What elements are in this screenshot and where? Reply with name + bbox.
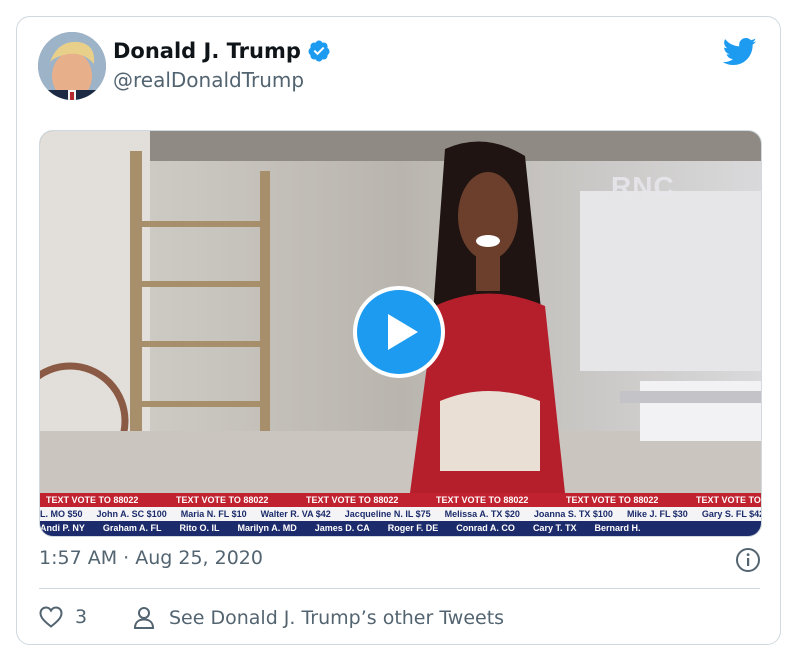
ticker-item: Rito O. IL: [179, 523, 220, 533]
heart-icon: [39, 606, 63, 628]
ticker-item: Walter R. VA $42: [260, 509, 331, 519]
video-player[interactable]: RNC TEXT VOTE TO 88022 TEXT VOTE TO 88022…: [39, 130, 762, 537]
ticker-middle-row: L. MO $50 John A. SC $100 Maria N. FL $10 W…: [40, 507, 761, 521]
other-tweets-label: See Donald J. Trump’s other Tweets: [169, 607, 505, 629]
ticker-item: Cary T. TX: [532, 523, 577, 533]
ticker-item: Maria N. FL $10: [180, 509, 247, 519]
ticker-bottom-row: Andi P. NY Graham A. FL Rito O. IL Marilyn …: [40, 521, 761, 536]
ticker-item: Gary S. FL $42: [701, 509, 761, 519]
ticker-item: Roger F. DE: [387, 523, 439, 533]
like-count: 3: [75, 606, 88, 628]
ticker-item: John A. SC $100: [96, 509, 167, 519]
ticker-top-row: TEXT VOTE TO 88022 TEXT VOTE TO 88022 TEXT…: [40, 493, 761, 507]
ticker-item: Jacqueline N. IL $75: [344, 509, 431, 519]
avatar[interactable]: [38, 32, 106, 100]
ticker-item: L. MO $50: [40, 509, 83, 519]
twitter-bird-icon[interactable]: [723, 37, 757, 67]
info-icon[interactable]: [735, 547, 761, 573]
ticker-item: Marilyn A. MD: [237, 523, 297, 533]
tweet-card[interactable]: Donald J. Trump @realDonaldTrump RNC TEX…: [16, 16, 781, 645]
verified-badge-icon: [308, 40, 330, 62]
play-icon: [388, 314, 418, 350]
ticker-item: TEXT VOTE TO 88022: [436, 495, 529, 505]
ticker-item: TEXT VOTE TO 88022: [176, 495, 269, 505]
ticker-item: Graham A. FL: [102, 523, 162, 533]
ticker-item: TEXT VOTE TO 88022: [306, 495, 399, 505]
ticker-item: Melissa A. TX $20: [444, 509, 520, 519]
play-button[interactable]: [353, 286, 445, 378]
ticker-item: TEXT VOTE TO 88022: [566, 495, 659, 505]
ticker-item: James D. CA: [314, 523, 370, 533]
like-button[interactable]: 3: [39, 606, 87, 628]
ticker-item: Conrad A. CO: [456, 523, 515, 533]
ticker-item: TEXT VOTE TO: [696, 495, 761, 505]
donation-ticker: TEXT VOTE TO 88022 TEXT VOTE TO 88022 TEXT…: [40, 493, 761, 536]
author-display-name[interactable]: Donald J. Trump: [113, 39, 301, 63]
ticker-item: Bernard H.: [594, 523, 641, 533]
ticker-item: TEXT VOTE TO 88022: [46, 495, 139, 505]
author-handle[interactable]: @realDonaldTrump: [113, 68, 304, 92]
ticker-item: Andi P. NY: [40, 523, 85, 533]
person-icon: [133, 607, 155, 629]
ticker-item: Mike J. FL $30: [626, 509, 688, 519]
ticker-item: Joanna S. TX $100: [533, 509, 613, 519]
rnc-watermark: RNC: [611, 171, 675, 202]
see-other-tweets-link[interactable]: See Donald J. Trump’s other Tweets: [133, 606, 504, 630]
divider: [39, 588, 760, 589]
tweet-timestamp[interactable]: 1:57 AM · Aug 25, 2020: [39, 547, 263, 569]
author-name-row[interactable]: Donald J. Trump: [113, 39, 331, 63]
